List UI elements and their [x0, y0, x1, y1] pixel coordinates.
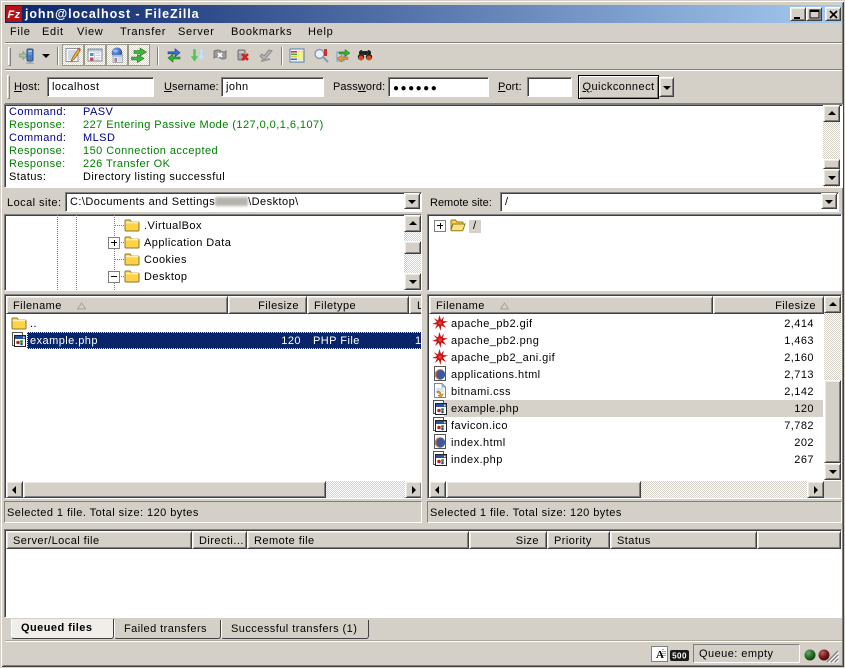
svg-text:500: 500: [672, 652, 687, 661]
svg-text:Fz: Fz: [7, 9, 20, 21]
